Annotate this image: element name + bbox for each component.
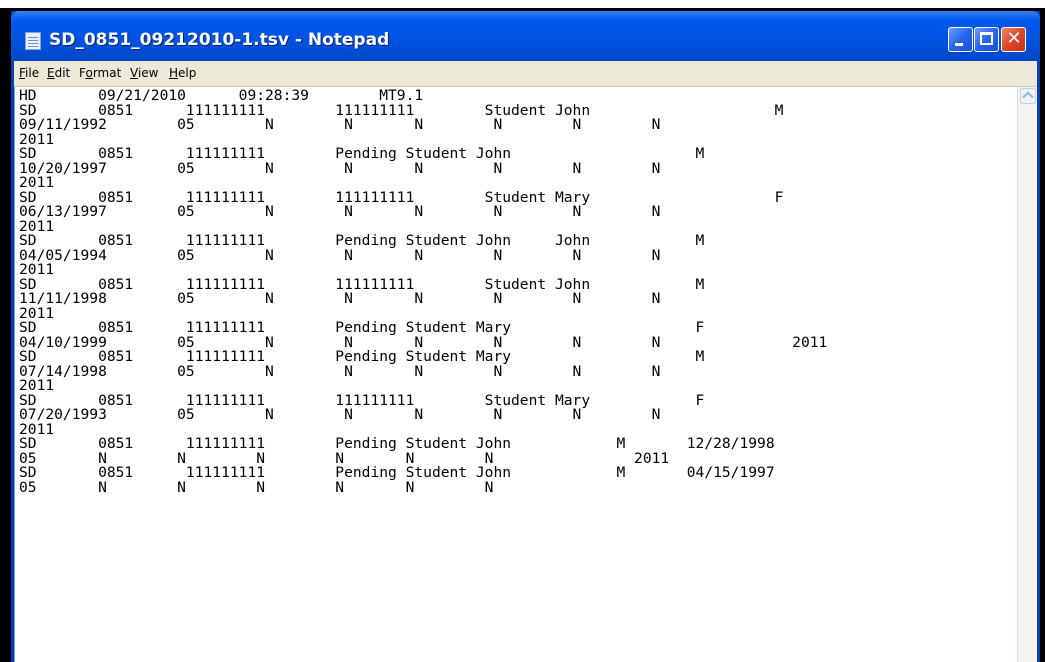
vertical-scrollbar[interactable] [1017,87,1038,662]
text-line: 04/05/1994 05 N N N N N N [19,246,661,264]
menu-file[interactable]: File [19,66,39,80]
menu-format[interactable]: Format [79,66,121,80]
title-bar[interactable]: SD_0851_09212010-1.tsv - Notepad ✕ [11,11,1040,61]
menu-view[interactable]: View [130,66,158,80]
screen-edge-left [0,8,11,662]
minimize-button[interactable] [948,27,973,52]
text-line: 07/14/1998 05 N N N N N N [19,362,661,380]
text-line: 10/20/1997 05 N N N N N N [19,159,661,177]
text-line: 07/20/1993 05 N N N N N N [19,406,661,423]
close-icon: ✕ [1006,28,1022,49]
scroll-up-arrow-icon[interactable] [1020,88,1036,104]
menu-edit[interactable]: Edit [47,66,70,80]
text-line: 06/13/1997 05 N N N N N N [19,203,661,220]
text-line: 05 N N N N N N [19,478,494,496]
maximize-button[interactable] [974,27,999,52]
minimize-icon [955,43,963,46]
text-editor[interactable]: HD 09/21/2010 09:28:39 MT9.1 SD 0851 111… [14,87,1018,662]
window-title: SD_0851_09212010-1.tsv - Notepad [49,30,390,50]
screen-edge-right [1040,8,1045,662]
close-button[interactable]: ✕ [1001,27,1026,52]
notepad-window: SD_0851_09212010-1.tsv - Notepad ✕ File … [11,11,1040,662]
maximize-icon [980,32,993,45]
window-border-right [1037,61,1040,662]
notepad-icon[interactable] [25,32,41,50]
text-line: 11/11/1998 05 N N N N N N [19,290,661,307]
text-line: 09/11/1992 05 N N N N N N [19,116,661,133]
menu-help[interactable]: Help [169,66,196,80]
document-text[interactable]: HD 09/21/2010 09:28:39 MT9.1 SD 0851 111… [19,88,827,496]
menu-bar: File Edit Format View Help [14,61,1037,87]
